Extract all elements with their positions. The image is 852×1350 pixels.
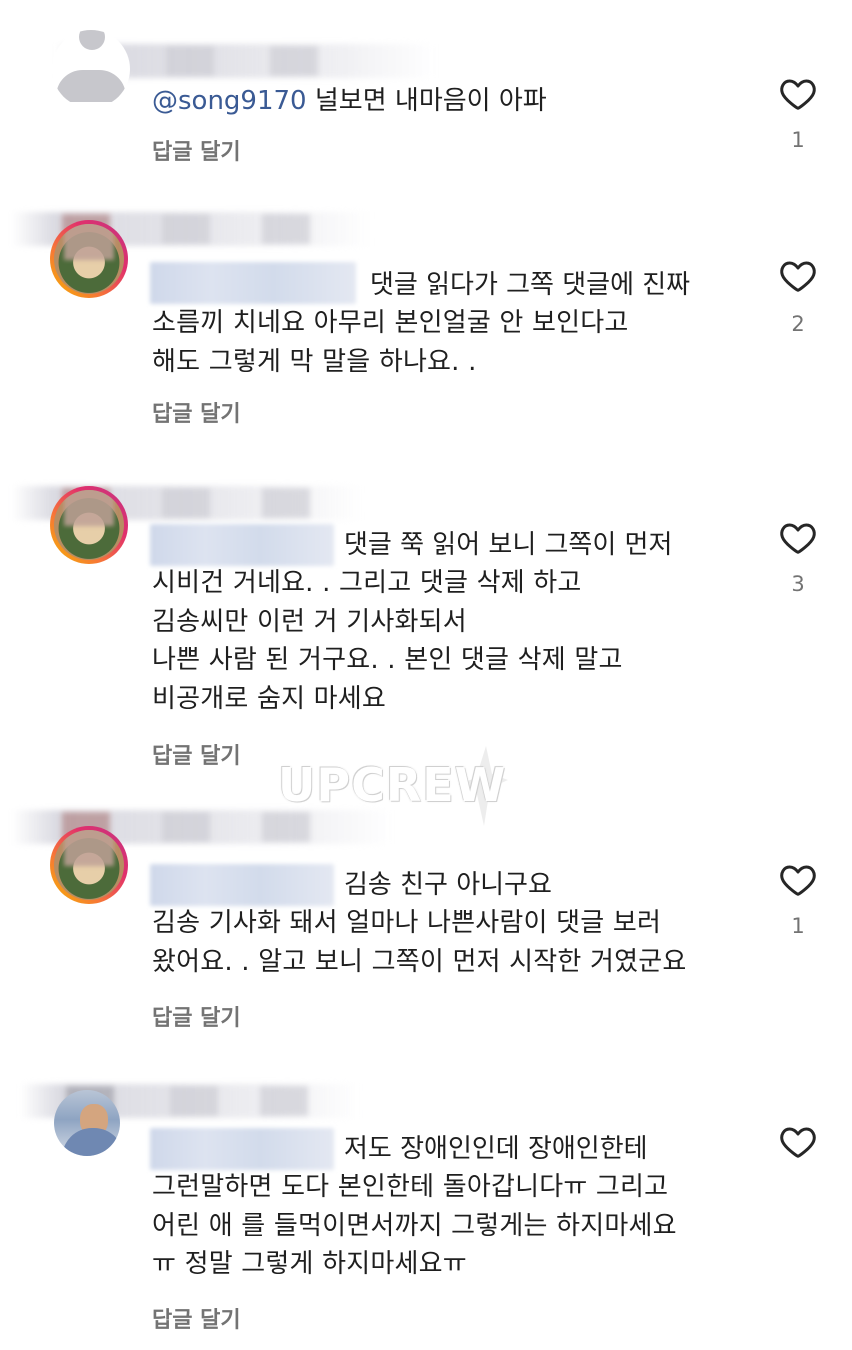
- like-button[interactable]: [776, 860, 820, 900]
- mention-blur: [150, 262, 356, 304]
- comment-1: @song9170 널보면 내마음이 아파 답글 달기 1: [0, 0, 852, 190]
- heart-outline-icon: [780, 79, 816, 110]
- comment-body: 그런말하면 도다 본인한테 돌아갑니다ㅠ 그리고 어린 애 를 들먹이면서까지 …: [152, 1172, 677, 1279]
- comment-body: 김송 기사화 돼서 얼마나 나쁜사람이 댓글 보러 왔어요. . 알고 보니 그…: [152, 908, 687, 977]
- heart-outline-icon: [780, 1127, 816, 1158]
- comment-first-line: 댓글 쭉 읽어 보니 그쪽이 먼저: [344, 530, 673, 560]
- comment-first-line: 김송 친구 아니구요: [344, 870, 552, 900]
- like-count: 1: [791, 914, 805, 938]
- heart-outline-icon: [780, 523, 816, 554]
- like-count: 3: [791, 572, 805, 596]
- avatar[interactable]: [54, 1090, 120, 1156]
- comment-5: 저도 장애인인데 장애인한테 그런말하면 도다 본인한테 돌아갑니다ㅠ 그리고 …: [0, 1070, 852, 1350]
- avatar[interactable]: [52, 30, 130, 108]
- comment-first-line: 저도 장애인인데 장애인한테: [344, 1134, 648, 1164]
- comment-2: 댓글 읽다가 그쪽 댓글에 진짜 소름끼 치네요 아무리 본인얼굴 안 보인다고…: [0, 190, 852, 460]
- mention-blur: [150, 1128, 334, 1170]
- reply-button[interactable]: 답글 달기: [152, 1302, 241, 1334]
- reply-button[interactable]: 답글 달기: [152, 396, 241, 428]
- avatar[interactable]: [50, 486, 128, 564]
- heart-outline-icon: [780, 261, 816, 292]
- watermark-text: UPCREW: [278, 758, 507, 812]
- comment-text: @song9170 널보면 내마음이 아파: [152, 82, 547, 120]
- comment-body: 시비건 거네요. . 그리고 댓글 삭제 하고 김송씨만 이런 거 기사화되서 …: [152, 568, 623, 714]
- like-count: 1: [791, 128, 805, 152]
- like-button[interactable]: [776, 1122, 820, 1162]
- like-button[interactable]: [776, 74, 820, 114]
- avatar[interactable]: [50, 826, 128, 904]
- like-button[interactable]: [776, 518, 820, 558]
- like-button[interactable]: [776, 256, 820, 296]
- like-count: 2: [791, 312, 805, 336]
- reply-button[interactable]: 답글 달기: [152, 738, 241, 770]
- heart-outline-icon: [780, 865, 816, 896]
- comment-first-line: 댓글 읽다가 그쪽 댓글에 진짜: [370, 270, 691, 300]
- reply-button[interactable]: 답글 달기: [152, 134, 241, 166]
- mention-blur: [150, 524, 334, 566]
- comment-body: 널보면 내마음이 아파: [314, 86, 547, 116]
- comment-4: 김송 친구 아니구요 김송 기사화 돼서 얼마나 나쁜사람이 댓글 보러 왔어요…: [0, 800, 852, 1070]
- mention-link[interactable]: @song9170: [152, 86, 307, 116]
- avatar[interactable]: [50, 220, 128, 298]
- comment-body: 소름끼 치네요 아무리 본인얼굴 안 보인다고 해도 그렇게 막 말을 하나요.…: [152, 308, 629, 377]
- mention-blur: [150, 864, 334, 906]
- watermark-logo: UPCREW: [276, 744, 508, 828]
- reply-button[interactable]: 답글 달기: [152, 1000, 241, 1032]
